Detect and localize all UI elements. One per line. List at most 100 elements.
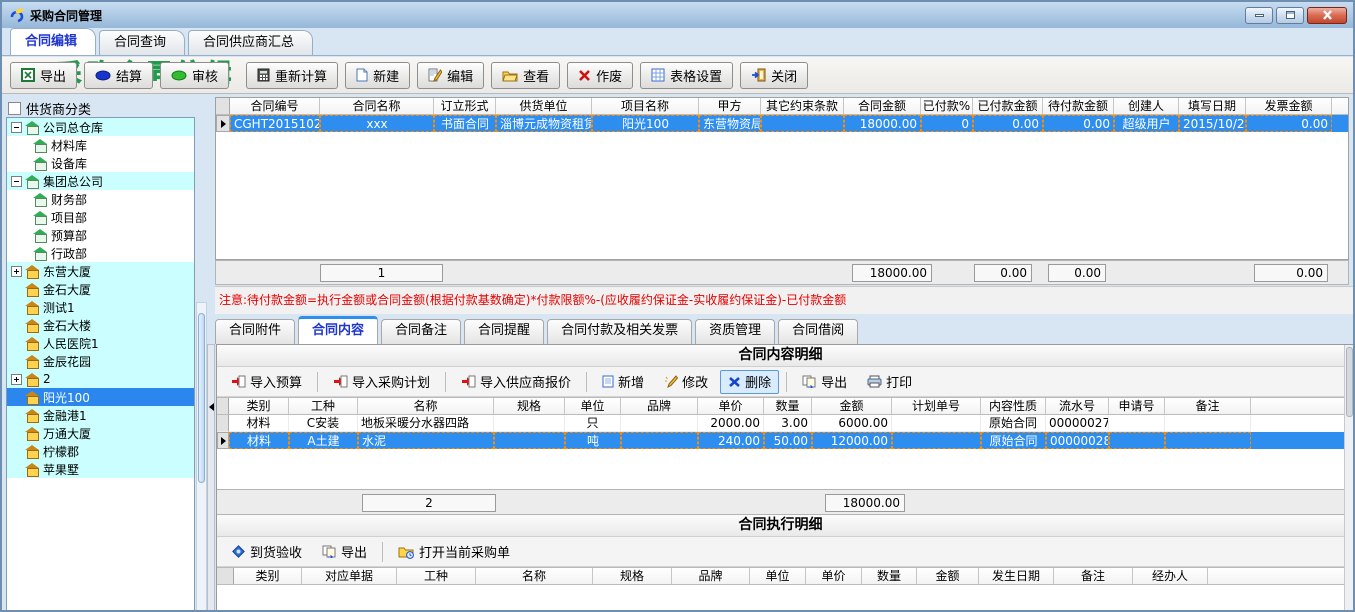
column-header[interactable]: 单位 bbox=[750, 568, 806, 584]
column-header[interactable]: 备注 bbox=[1165, 398, 1251, 414]
column-header[interactable]: 金额 bbox=[917, 568, 979, 584]
tab-qualification[interactable]: 资质管理 bbox=[695, 319, 775, 344]
tree-item-jinshi-building[interactable]: 金石大楼 bbox=[7, 316, 194, 334]
column-header[interactable]: 类别 bbox=[234, 568, 302, 584]
tree-item-company-warehouse[interactable]: 公司总仓库 bbox=[7, 118, 194, 136]
tree-item-equipment-store[interactable]: 设备库 bbox=[7, 154, 194, 172]
column-header[interactable]: 已付款金额 bbox=[973, 98, 1043, 114]
edit-button[interactable]: 编辑 bbox=[417, 62, 484, 89]
column-header[interactable]: 对应单据 bbox=[302, 568, 397, 584]
panel-splitter[interactable] bbox=[207, 344, 215, 612]
column-header[interactable]: 数量 bbox=[862, 568, 917, 584]
column-header[interactable]: 工种 bbox=[397, 568, 476, 584]
column-header[interactable]: 类别 bbox=[229, 398, 289, 414]
contract-row-selected[interactable]: CGHT2015102901 xxx 书面合同 淄博元成物资租赁 阳光100 东… bbox=[216, 115, 1348, 132]
audit-button[interactable]: 审核 bbox=[160, 62, 229, 89]
goods-receipt-button[interactable]: 到货验收 bbox=[223, 540, 310, 564]
column-header[interactable]: 供货单位 bbox=[496, 98, 592, 114]
tree-item-finance[interactable]: 财务部 bbox=[7, 190, 194, 208]
tab-contract-attachment[interactable]: 合同附件 bbox=[215, 319, 295, 344]
minimize-button[interactable] bbox=[1245, 7, 1273, 24]
tree-item-hospital1[interactable]: 人民医院1 bbox=[7, 334, 194, 352]
column-header[interactable]: 项目名称 bbox=[592, 98, 699, 114]
tree-item-lemon-county[interactable]: 柠檬郡 bbox=[7, 442, 194, 460]
column-header[interactable]: 发生日期 bbox=[979, 568, 1054, 584]
export-exec-button[interactable]: 导出 bbox=[314, 540, 375, 564]
export-button[interactable]: 导出 bbox=[10, 62, 77, 89]
close-button[interactable] bbox=[1307, 7, 1347, 24]
print-button[interactable]: 打印 bbox=[859, 370, 920, 394]
table-settings-button[interactable]: 表格设置 bbox=[640, 62, 733, 89]
tab-contract-remark[interactable]: 合同备注 bbox=[381, 319, 461, 344]
tree-item-jinshi-mansion[interactable]: 金石大厦 bbox=[7, 280, 194, 298]
lower-panel-scrollbar-thumb[interactable] bbox=[1346, 347, 1353, 417]
tree-item-financial-port1[interactable]: 金融港1 bbox=[7, 406, 194, 424]
column-header[interactable]: 合同名称 bbox=[320, 98, 434, 114]
tree-item-jinchen-garden[interactable]: 金辰花园 bbox=[7, 352, 194, 370]
column-header[interactable]: 品牌 bbox=[672, 568, 750, 584]
tree-item-admin[interactable]: 行政部 bbox=[7, 244, 194, 262]
tree-item-dongying[interactable]: 东营大厦 bbox=[7, 262, 194, 280]
supplier-category-checkbox[interactable] bbox=[8, 102, 21, 115]
tree-scrollbar[interactable] bbox=[196, 302, 207, 612]
column-header[interactable]: 内容性质 bbox=[981, 398, 1046, 414]
restore-button[interactable] bbox=[1276, 7, 1304, 24]
import-purchase-plan-button[interactable]: 导入采购计划 bbox=[325, 370, 438, 394]
add-row-button[interactable]: 新增 bbox=[594, 370, 652, 394]
tree-item-project[interactable]: 项目部 bbox=[7, 208, 194, 226]
import-budget-button[interactable]: 导入预算 bbox=[223, 370, 310, 394]
export-detail-button[interactable]: 导出 bbox=[794, 370, 855, 394]
collapse-toggle-icon[interactable] bbox=[11, 176, 22, 187]
column-header[interactable]: 发票金额 bbox=[1246, 98, 1332, 114]
lower-panel-scrollbar[interactable] bbox=[1344, 345, 1354, 612]
collapse-toggle-icon[interactable] bbox=[11, 122, 22, 133]
void-button[interactable]: 作废 bbox=[567, 62, 633, 89]
column-header[interactable]: 备注 bbox=[1054, 568, 1133, 584]
tree-item-material-store[interactable]: 材料库 bbox=[7, 136, 194, 154]
tree-item-apple-villa[interactable]: 苹果墅 bbox=[7, 460, 194, 478]
tree-item-2[interactable]: 2 bbox=[7, 370, 194, 388]
column-header[interactable]: 其它约束条款 bbox=[761, 98, 844, 114]
tree-item-sunshine100-selected[interactable]: 阳光100 bbox=[7, 388, 194, 406]
column-header[interactable]: 单价 bbox=[806, 568, 862, 584]
tab-contract-edit[interactable]: 合同编辑 bbox=[10, 28, 96, 55]
column-header[interactable]: 数量 bbox=[764, 398, 812, 414]
tab-payment-invoice[interactable]: 合同付款及相关发票 bbox=[547, 319, 692, 344]
column-header[interactable]: 订立形式 bbox=[434, 98, 496, 114]
column-header[interactable]: 流水号 bbox=[1046, 398, 1109, 414]
column-header[interactable]: 甲方 bbox=[699, 98, 761, 114]
tree-item-wantong-mansion[interactable]: 万通大厦 bbox=[7, 424, 194, 442]
tree-item-test1[interactable]: 测试1 bbox=[7, 298, 194, 316]
tab-contract-reminder[interactable]: 合同提醒 bbox=[464, 319, 544, 344]
settle-button[interactable]: 结算 bbox=[84, 62, 153, 89]
column-header[interactable]: 单位 bbox=[565, 398, 621, 414]
tab-contract-query[interactable]: 合同查询 bbox=[99, 30, 185, 55]
column-header[interactable]: 经办人 bbox=[1133, 568, 1208, 584]
column-header[interactable]: 合同编号 bbox=[230, 98, 320, 114]
column-header[interactable]: 计划单号 bbox=[892, 398, 981, 414]
close-form-button[interactable]: 关闭 bbox=[740, 62, 808, 89]
import-supplier-quote-button[interactable]: 导入供应商报价 bbox=[453, 370, 579, 394]
column-header[interactable]: 名称 bbox=[476, 568, 593, 584]
content-detail-row[interactable]: 材料 C安装 地板采暖分水器四路 只 2000.00 3.00 6000.00 … bbox=[217, 415, 1346, 432]
column-header[interactable]: 申请号 bbox=[1109, 398, 1165, 414]
column-header[interactable]: 已付款% bbox=[921, 98, 973, 114]
tab-contract-borrow[interactable]: 合同借阅 bbox=[778, 319, 858, 344]
tab-supplier-summary[interactable]: 合同供应商汇总 bbox=[188, 30, 313, 55]
tab-contract-content[interactable]: 合同内容 bbox=[298, 316, 378, 344]
tree-scrollbar-thumb[interactable] bbox=[198, 313, 205, 483]
column-header[interactable]: 合同金额 bbox=[844, 98, 921, 114]
column-header[interactable]: 填写日期 bbox=[1179, 98, 1246, 114]
column-header[interactable]: 名称 bbox=[358, 398, 494, 414]
new-button[interactable]: 新建 bbox=[345, 62, 410, 89]
column-header[interactable]: 品牌 bbox=[621, 398, 698, 414]
expand-toggle-icon[interactable] bbox=[11, 374, 22, 385]
open-purchase-order-button[interactable]: 打开当前采购单 bbox=[390, 540, 518, 564]
column-header[interactable]: 金额 bbox=[812, 398, 892, 414]
recalculate-button[interactable]: 重新计算 bbox=[246, 62, 338, 89]
column-header[interactable]: 创建人 bbox=[1114, 98, 1179, 114]
expand-toggle-icon[interactable] bbox=[11, 266, 22, 277]
column-header[interactable]: 规格 bbox=[593, 568, 672, 584]
view-button[interactable]: 查看 bbox=[491, 62, 560, 89]
column-header[interactable]: 待付款金额 bbox=[1043, 98, 1114, 114]
